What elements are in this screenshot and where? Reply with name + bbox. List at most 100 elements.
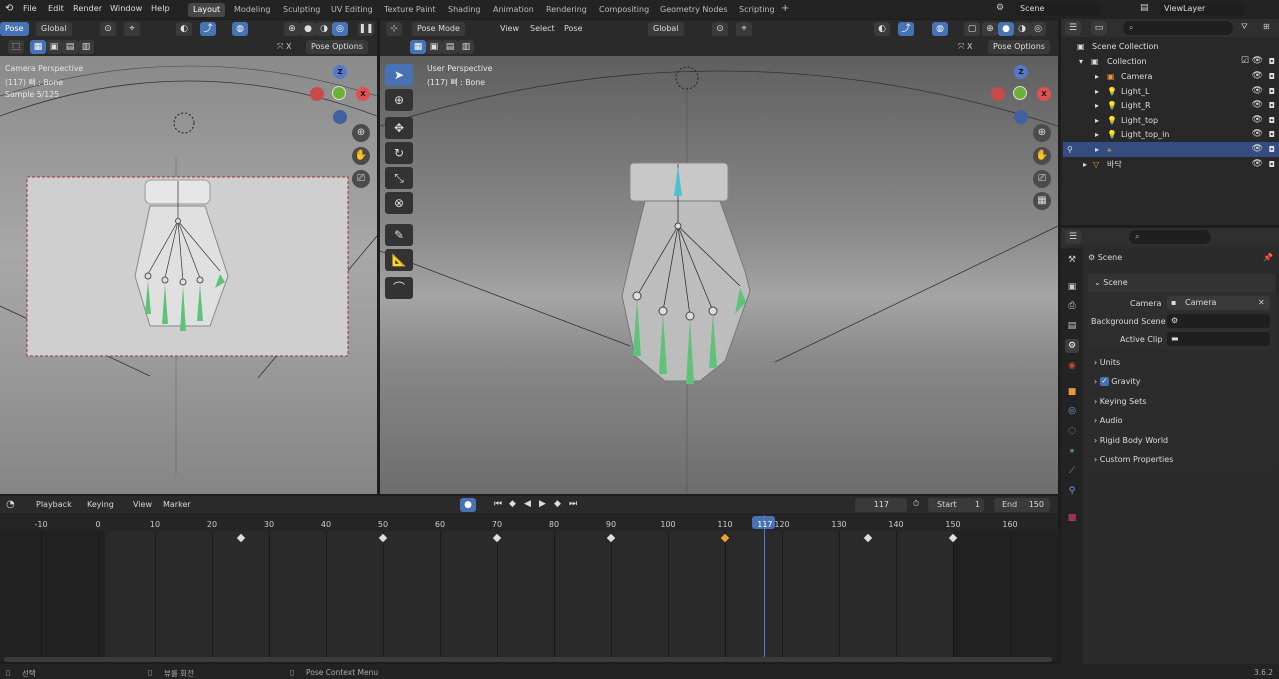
nav-neg-z-axis-right[interactable]: [1014, 110, 1028, 124]
nav-neg-x-axis-right[interactable]: [991, 87, 1005, 101]
collapse-icon[interactable]: ▸: [1095, 69, 1099, 84]
collapse-icon[interactable]: ▸: [1095, 84, 1099, 99]
panel-keying-sets[interactable]: › Keying Sets: [1088, 393, 1275, 411]
tab-compositing[interactable]: Compositing: [594, 3, 654, 17]
panel-rigid-body-world[interactable]: › Rigid Body World: [1088, 432, 1275, 450]
render-camera-icon[interactable]: ◘: [1269, 54, 1275, 69]
tab-texture-paint[interactable]: Texture Paint: [379, 3, 441, 17]
physics-tab-icon[interactable]: ◌: [1065, 424, 1079, 438]
properties-search-icon[interactable]: ⌕: [1129, 230, 1211, 244]
move-tool-icon[interactable]: ✥: [385, 117, 413, 139]
pan-hand-icon[interactable]: ✋: [352, 147, 370, 165]
tool-tab-icon[interactable]: ⚒: [1065, 253, 1079, 267]
render-tab-icon[interactable]: ▣: [1065, 280, 1079, 294]
current-frame-field[interactable]: 117: [855, 498, 907, 512]
outliner-item-light-top-in[interactable]: ▸ 💡 Light_top_in 👁 ◘: [1063, 127, 1279, 142]
expand-icon[interactable]: ▾: [1079, 54, 1083, 69]
menu-marker[interactable]: Marker: [163, 500, 191, 509]
tab-layout[interactable]: Layout: [188, 3, 226, 17]
menu-keying[interactable]: Keying: [87, 500, 114, 509]
eye-icon[interactable]: 👁: [1252, 98, 1263, 113]
eye-icon[interactable]: 👁: [1252, 113, 1263, 128]
pivot-icon[interactable]: ⊙: [100, 22, 116, 36]
menu-playback[interactable]: Playback: [36, 500, 72, 509]
wireframe-shading-icon-right[interactable]: ⊕: [982, 22, 998, 36]
pause-icon[interactable]: ❚❚: [358, 22, 374, 36]
select-tool-icon[interactable]: ➤: [385, 64, 413, 86]
material-shading-icon-right[interactable]: ◑: [1014, 22, 1030, 36]
solid-shading-icon[interactable]: ●: [300, 22, 316, 36]
output-tab-icon[interactable]: ⎙: [1065, 299, 1079, 313]
mirror-icon-right[interactable]: ⤧ X: [958, 42, 972, 52]
camera-view-icon-right[interactable]: ⎚: [1033, 170, 1051, 188]
right-viewport[interactable]: User Perspective (117) 뼈 : Bone Z X ⊕ ✋ …: [380, 56, 1058, 494]
measure-tool-icon[interactable]: 📐: [385, 249, 413, 271]
properties-type-icon[interactable]: ☰: [1065, 230, 1081, 244]
nav-y-axis[interactable]: [332, 86, 346, 100]
snap-icon[interactable]: ⌖: [124, 22, 140, 36]
playhead-line[interactable]: [764, 515, 765, 662]
collapse-icon[interactable]: ▸: [1083, 157, 1087, 172]
orientation-dropdown-right[interactable]: Global: [648, 22, 684, 36]
menu-edit[interactable]: Edit: [48, 3, 64, 13]
background-scene-field[interactable]: ⚙: [1167, 314, 1270, 328]
nav-neg-z-axis[interactable]: [333, 110, 347, 124]
collapse-icon[interactable]: ▸: [1095, 142, 1099, 157]
overlay-icon-right[interactable]: ◍: [932, 22, 948, 36]
render-camera-icon[interactable]: ◘: [1269, 98, 1275, 113]
render-camera-icon[interactable]: ◘: [1269, 142, 1275, 157]
mirror-icon[interactable]: ⤧ X: [277, 42, 291, 52]
tab-animation[interactable]: Animation: [488, 3, 539, 17]
add-workspace-button[interactable]: +: [781, 3, 789, 14]
mode-selector[interactable]: Pose: [0, 22, 29, 36]
outliner-search-icon[interactable]: ⌕: [1123, 21, 1233, 35]
eye-icon[interactable]: 👁: [1252, 142, 1263, 157]
texture-tab-icon[interactable]: ▩: [1065, 511, 1079, 525]
menu-select[interactable]: Select: [530, 24, 555, 33]
cursor-tool-icon[interactable]: ⊕: [385, 89, 413, 111]
render-camera-icon[interactable]: ◘: [1269, 113, 1275, 128]
gravity-checkbox[interactable]: ✓: [1099, 377, 1109, 386]
stopwatch-icon[interactable]: ⏱: [913, 499, 919, 509]
play-icon[interactable]: ▶: [539, 499, 546, 509]
panel-units[interactable]: › Units: [1088, 354, 1275, 372]
gizmo-icon[interactable]: ⤴: [200, 22, 216, 36]
select-extend-icon-right[interactable]: ▣: [426, 40, 442, 54]
zoom-icon-right[interactable]: ⊕: [1033, 124, 1051, 142]
play-reverse-icon[interactable]: ◀: [524, 499, 531, 509]
visibility-icon[interactable]: ◐: [176, 22, 192, 36]
pose-tool-icon[interactable]: ⌒: [385, 277, 413, 299]
eye-icon[interactable]: 👁: [1252, 127, 1263, 142]
outliner-item-light-r[interactable]: ▸ 💡 Light_R 👁 ◘: [1063, 98, 1279, 113]
timeline-editor-icon[interactable]: ◔: [6, 499, 15, 510]
display-mode-icon[interactable]: ▭: [1091, 21, 1107, 35]
outliner-item-light-l[interactable]: ▸ 💡 Light_L 👁 ◘: [1063, 84, 1279, 99]
wireframe-shading-icon[interactable]: ⊕: [284, 22, 300, 36]
world-tab-icon[interactable]: ◉: [1065, 359, 1079, 373]
perspective-toggle-icon[interactable]: ▦: [1033, 192, 1051, 210]
material-shading-icon[interactable]: ◑: [316, 22, 332, 36]
menu-pose[interactable]: Pose: [564, 24, 583, 33]
prev-keyframe-icon[interactable]: ◆: [509, 499, 516, 509]
outliner-item-collection[interactable]: ▾ ▣ Collection ☑ 👁 ◘: [1063, 54, 1279, 69]
tab-rendering[interactable]: Rendering: [541, 3, 592, 17]
nav-z-axis-right[interactable]: Z: [1014, 65, 1028, 79]
select-intersect-icon-right[interactable]: ▥: [458, 40, 474, 54]
object-tab-icon[interactable]: ■: [1065, 385, 1079, 399]
solid-shading-icon-right[interactable]: ●: [998, 22, 1014, 36]
pan-hand-icon-right[interactable]: ✋: [1033, 147, 1051, 165]
active-clip-field[interactable]: ▬: [1167, 332, 1270, 346]
pin-icon[interactable]: 📌: [1263, 253, 1273, 262]
jump-start-icon[interactable]: ⏮: [494, 499, 502, 509]
camera-field[interactable]: Camera: [1167, 296, 1270, 310]
left-viewport[interactable]: Camera Perspective (117) 뼈 : Bone Sample…: [0, 56, 377, 494]
pivot-icon-right[interactable]: ⊙: [712, 22, 728, 36]
xray-icon[interactable]: ▢: [964, 22, 980, 36]
nav-z-axis[interactable]: Z: [333, 65, 347, 79]
editor-type-icon[interactable]: ⊹: [386, 22, 402, 36]
panel-audio[interactable]: › Audio: [1088, 412, 1275, 430]
scene-icon[interactable]: ⚙: [996, 3, 1004, 13]
tab-modeling[interactable]: Modeling: [229, 3, 275, 17]
render-camera-icon[interactable]: ◘: [1269, 127, 1275, 142]
select-mode-icon-right[interactable]: ▦: [410, 40, 426, 54]
